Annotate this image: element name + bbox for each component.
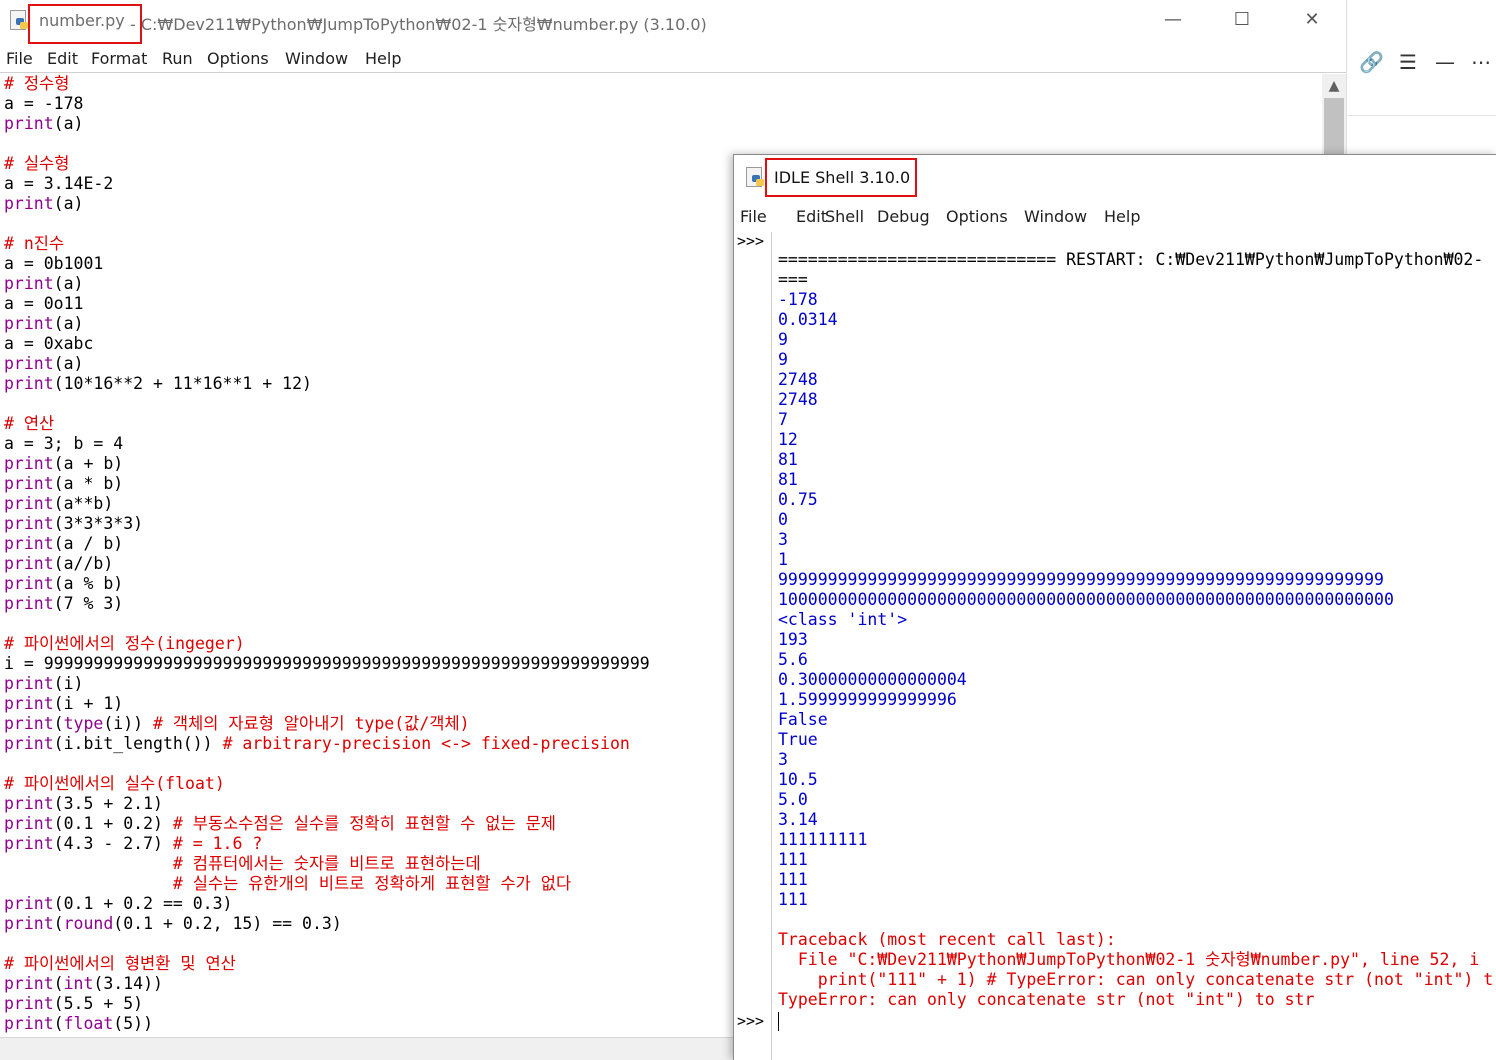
output-line: 0	[778, 510, 788, 529]
output-line: 3	[778, 750, 788, 769]
shell-menu-edit[interactable]: Edit	[796, 207, 827, 226]
dash-icon[interactable]: —	[1435, 50, 1455, 74]
output-line: 9	[778, 350, 788, 369]
restart-banner: ============================ RESTART: C:…	[778, 250, 1484, 269]
background-app-toolbar: 🔗 ☰ — ⋯	[1346, 0, 1496, 154]
output-line: 2748	[778, 370, 818, 389]
shell-menu-window[interactable]: Window	[1024, 207, 1087, 226]
idle-shell-window: IDLE Shell 3.10.0 File Edit Shell Debug …	[733, 154, 1496, 1060]
menu-format[interactable]: Format	[91, 49, 147, 68]
output-line: 1.5999999999999996	[778, 690, 957, 709]
editor-title-filename: number.py	[39, 11, 125, 30]
close-button[interactable]: ✕	[1289, 4, 1335, 36]
editor-titlebar[interactable]: number.py - C:₩Dev211₩Python₩JumpToPytho…	[0, 0, 1346, 44]
output-line: 0.30000000000000004	[778, 670, 967, 689]
shell-menu-options[interactable]: Options	[946, 207, 1008, 226]
output-line: 0.75	[778, 490, 818, 509]
maximize-button[interactable]: ☐	[1219, 4, 1265, 36]
output-line: False	[778, 710, 828, 729]
link-icon[interactable]: 🔗	[1359, 50, 1384, 74]
shell-prompt: >>>	[737, 1012, 765, 1030]
menu-window[interactable]: Window	[285, 49, 348, 68]
divider	[1347, 115, 1496, 116]
output-line: 0.0314	[778, 310, 838, 329]
menu-file[interactable]: File	[6, 49, 33, 68]
shell-menu-file[interactable]: File	[740, 207, 767, 226]
restart-banner: ===	[778, 270, 808, 289]
output-line: 81	[778, 450, 798, 469]
code-line[interactable]: print(a)	[4, 114, 1314, 134]
more-icon[interactable]: ⋯	[1471, 50, 1491, 74]
shell-menubar: File Edit Shell Debug Options Window Hel…	[734, 204, 1496, 230]
text-cursor	[778, 1012, 779, 1031]
output-line: 5.6	[778, 650, 808, 669]
shell-menu-debug[interactable]: Debug	[877, 207, 930, 226]
output-line: 5.0	[778, 790, 808, 809]
traceback-line: Traceback (most recent call last):	[778, 930, 1116, 949]
output-line: 111	[778, 890, 808, 909]
output-line: 111	[778, 870, 808, 889]
output-line: <class 'int'>	[778, 610, 908, 629]
output-line: 9999999999999999999999999999999999999999…	[778, 570, 1384, 589]
output-line: 1000000000000000000000000000000000000000…	[778, 590, 1394, 609]
code-line[interactable]: # 정수형	[4, 74, 1314, 94]
shell-prompt-sidebar: >>> >>>	[734, 232, 772, 1060]
traceback-line: File "C:₩Dev211₩Python₩JumpToPython₩02-1…	[778, 950, 1480, 969]
shell-output[interactable]: ============================ RESTART: C:…	[778, 250, 1496, 1050]
menu-help[interactable]: Help	[365, 49, 401, 68]
shell-menu-help[interactable]: Help	[1104, 207, 1140, 226]
output-line: 10.5	[778, 770, 818, 789]
output-line: 2748	[778, 390, 818, 409]
editor-title-path: - C:₩Dev211₩Python₩JumpToPython₩02-1 숫자형…	[130, 15, 707, 34]
output-line: 111111111	[778, 830, 868, 849]
minimize-button[interactable]: —	[1150, 4, 1196, 36]
output-line: 12	[778, 430, 798, 449]
scroll-up-icon[interactable]: ▲	[1322, 74, 1346, 98]
code-line[interactable]	[4, 134, 1314, 154]
shell-title: IDLE Shell 3.10.0	[774, 168, 911, 187]
output-line: 3.14	[778, 810, 818, 829]
shell-prompt: >>>	[737, 232, 765, 250]
output-line: 3	[778, 530, 788, 549]
menu-run[interactable]: Run	[162, 49, 193, 68]
output-line: -178	[778, 290, 818, 309]
traceback-line: TypeError: can only concatenate str (not…	[778, 990, 1315, 1009]
python-file-icon	[10, 10, 30, 32]
output-line: 111	[778, 850, 808, 869]
menu-options[interactable]: Options	[207, 49, 269, 68]
python-shell-icon	[746, 167, 766, 189]
editor-menubar: File Edit Format Run Options Window Help	[0, 46, 1346, 73]
code-line[interactable]: a = -178	[4, 94, 1314, 114]
list-icon[interactable]: ☰	[1399, 50, 1417, 74]
output-line: True	[778, 730, 818, 749]
output-line: 81	[778, 470, 798, 489]
output-line: 9	[778, 330, 788, 349]
traceback-line: print("111" + 1) # TypeError: can only c…	[778, 970, 1494, 989]
output-line: 7	[778, 410, 788, 429]
output-line: 1	[778, 550, 788, 569]
output-line: 193	[778, 630, 808, 649]
shell-menu-shell[interactable]: Shell	[825, 207, 864, 226]
menu-edit[interactable]: Edit	[47, 49, 78, 68]
